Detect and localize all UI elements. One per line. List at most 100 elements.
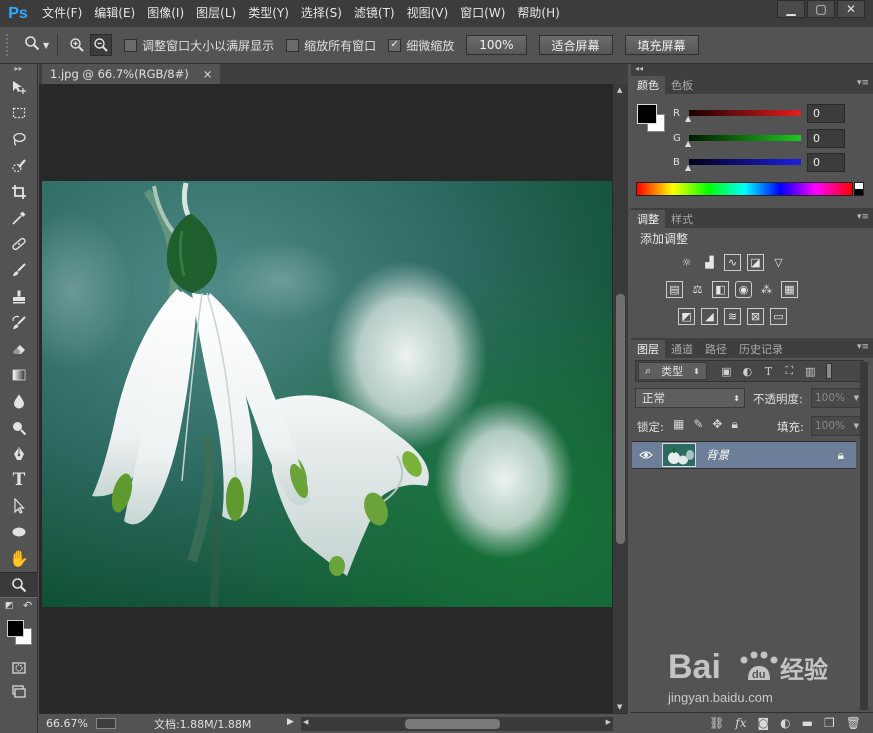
levels-icon[interactable]: ▟ xyxy=(701,254,718,271)
options-grip[interactable] xyxy=(6,34,12,56)
color-lookup-icon[interactable]: ▦ xyxy=(781,281,798,298)
layer-row-background[interactable]: 背景 🔒︎ xyxy=(632,441,856,469)
foreground-color-swatch[interactable] xyxy=(7,619,24,637)
tab-adjustments[interactable]: 调整 xyxy=(631,210,665,228)
path-select-tool-icon[interactable] xyxy=(0,493,38,519)
lasso-tool-icon[interactable] xyxy=(0,126,38,152)
zoom-all-windows-checkbox[interactable]: 缩放所有窗口 xyxy=(286,37,376,54)
posterize-icon[interactable]: ◢ xyxy=(701,308,718,325)
fit-screen-button[interactable]: 适合屏幕 xyxy=(538,35,613,55)
pen-tool-icon[interactable] xyxy=(0,441,38,467)
smart-object-filter-icon[interactable]: ▥ xyxy=(803,364,818,378)
invert-icon[interactable]: ◩ xyxy=(678,308,695,325)
lock-pixels-icon[interactable]: ✎ xyxy=(693,417,703,432)
color-spectrum[interactable] xyxy=(636,182,864,196)
zoom-in-icon[interactable] xyxy=(66,34,88,56)
swap-colors-icon[interactable]: ↶ xyxy=(23,599,32,612)
lock-transparent-icon[interactable]: ▦ xyxy=(673,417,684,432)
marquee-tool-icon[interactable] xyxy=(0,100,38,126)
tab-layers[interactable]: 图层 xyxy=(631,340,665,358)
canvas-image[interactable] xyxy=(42,181,612,607)
brightness-icon[interactable]: ☼ xyxy=(678,254,695,271)
gradient-tool-icon[interactable] xyxy=(0,362,38,388)
tab-channels[interactable]: 通道 xyxy=(665,340,699,358)
opacity-input[interactable]: 100% ▼ xyxy=(811,388,863,408)
adjustment-layer-icon[interactable]: ◐ xyxy=(780,716,790,730)
exposure-icon[interactable]: ◪ xyxy=(747,254,764,271)
horizontal-scrollbar[interactable]: ◀ ▶ xyxy=(301,717,613,731)
dodge-tool-icon[interactable] xyxy=(0,414,38,440)
red-value-input[interactable]: 0 xyxy=(807,103,845,123)
vertical-scrollbar[interactable]: ▲ ▼ xyxy=(613,84,628,713)
new-group-icon[interactable]: ▬ xyxy=(802,716,813,730)
scroll-left-icon[interactable]: ◀ xyxy=(303,718,308,726)
quick-mask-icon[interactable] xyxy=(0,656,38,680)
type-filter-icon[interactable]: T xyxy=(761,364,776,378)
link-layers-icon[interactable]: ⛓ xyxy=(709,716,724,730)
eye-icon[interactable] xyxy=(632,450,660,460)
eraser-tool-icon[interactable] xyxy=(0,336,38,362)
close-tab-icon[interactable]: × xyxy=(203,67,213,81)
slider-handle-icon[interactable]: ▲ xyxy=(685,114,691,123)
tab-color[interactable]: 颜色 xyxy=(631,76,665,94)
lock-position-icon[interactable]: ✥ xyxy=(712,417,722,432)
slider-handle-icon[interactable]: ▲ xyxy=(685,163,691,172)
red-slider[interactable]: ▲ xyxy=(685,110,801,123)
restore-button[interactable]: ▢ xyxy=(807,0,835,18)
menu-view[interactable]: 视图(V) xyxy=(401,0,455,27)
foreground-color-swatch[interactable] xyxy=(637,104,657,124)
minimize-button[interactable]: ▁ xyxy=(777,0,805,18)
ellipse-tool-icon[interactable] xyxy=(0,519,38,545)
default-colors-icon[interactable]: ◩ xyxy=(5,601,14,611)
slider-handle-icon[interactable]: ▲ xyxy=(685,139,691,148)
tab-styles[interactable]: 样式 xyxy=(665,210,699,228)
panel-menu-icon[interactable]: ▾≡ xyxy=(857,78,869,88)
document-tab[interactable]: 1.jpg @ 66.7%(RGB/8#) × xyxy=(42,64,221,84)
menu-window[interactable]: 窗口(W) xyxy=(454,0,511,27)
vibrance-icon[interactable]: ▽ xyxy=(770,254,787,271)
new-layer-icon[interactable]: ❐ xyxy=(824,716,835,730)
green-slider[interactable]: ▲ xyxy=(685,135,801,148)
stamp-tool-icon[interactable] xyxy=(0,284,38,310)
pixel-filter-icon[interactable]: ▣ xyxy=(719,364,734,378)
zoom-tool-icon[interactable] xyxy=(0,571,38,598)
fill-input[interactable]: 100% ▼ xyxy=(811,416,863,436)
status-menu-icon[interactable]: ▶ xyxy=(287,717,294,727)
zoom-out-icon[interactable] xyxy=(90,34,113,56)
blue-slider[interactable]: ▲ xyxy=(685,159,801,172)
zoom-100-button[interactable]: 100% xyxy=(466,35,527,55)
menu-edit[interactable]: 编辑(E) xyxy=(88,0,141,27)
scroll-right-icon[interactable]: ▶ xyxy=(606,718,611,726)
menu-type[interactable]: 类型(Y) xyxy=(242,0,295,27)
crop-tool-icon[interactable] xyxy=(0,179,38,205)
fill-screen-button[interactable]: 填充屏幕 xyxy=(624,35,699,55)
panel-menu-icon[interactable]: ▾≡ xyxy=(857,342,869,352)
quick-select-tool-icon[interactable] xyxy=(0,153,38,179)
layers-scrollbar[interactable] xyxy=(860,362,868,710)
tool-preset-picker[interactable]: ▼ xyxy=(24,35,49,55)
menu-layer[interactable]: 图层(L) xyxy=(190,0,242,27)
blur-tool-icon[interactable] xyxy=(0,388,38,414)
chevron-down-icon[interactable]: ▼ xyxy=(854,422,859,430)
menu-filter[interactable]: 滤镜(T) xyxy=(348,0,401,27)
hand-tool-icon[interactable]: ✋ xyxy=(0,545,38,571)
history-brush-tool-icon[interactable] xyxy=(0,310,38,336)
hue-saturation-icon[interactable]: ▤ xyxy=(666,281,683,298)
eyedropper-tool-icon[interactable] xyxy=(0,205,38,231)
vertical-scroll-thumb[interactable] xyxy=(616,294,625,544)
brush-tool-icon[interactable] xyxy=(0,257,38,283)
scroll-down-icon[interactable]: ▼ xyxy=(617,703,622,711)
resize-windows-checkbox[interactable]: 调整窗口大小以满屏显示 xyxy=(124,37,274,54)
chevron-down-icon[interactable]: ▼ xyxy=(854,394,859,402)
black-white-icon[interactable]: ◧ xyxy=(712,281,729,298)
type-tool-icon[interactable]: T xyxy=(0,467,38,493)
layer-name[interactable]: 背景 xyxy=(706,447,838,463)
channel-mixer-icon[interactable]: ⁂ xyxy=(758,281,775,298)
add-mask-icon[interactable]: ◙ xyxy=(758,716,770,730)
move-tool-icon[interactable] xyxy=(0,74,38,100)
curves-icon[interactable]: ∿ xyxy=(724,254,741,271)
blue-value-input[interactable]: 0 xyxy=(807,152,845,172)
filter-toggle[interactable] xyxy=(825,363,832,379)
shape-filter-icon[interactable]: ⛶ xyxy=(782,364,797,378)
dock-collapse-icon[interactable]: ◂◂ xyxy=(631,64,873,74)
